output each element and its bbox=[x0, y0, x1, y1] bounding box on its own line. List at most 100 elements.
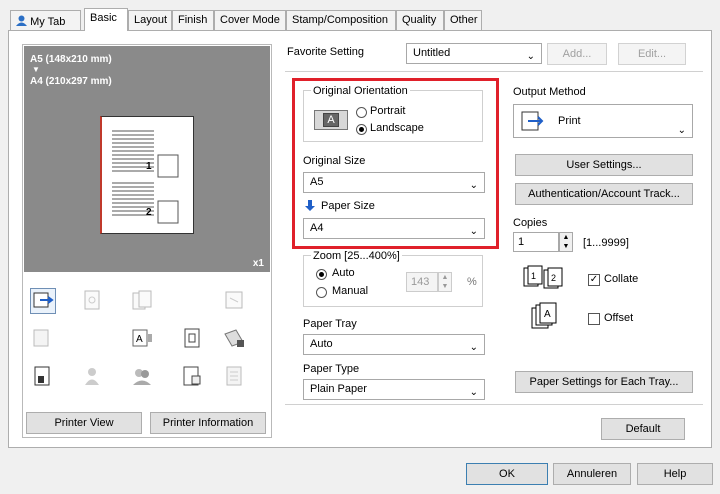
help-button[interactable]: Help bbox=[637, 463, 713, 485]
zoom-manual-label: Manual bbox=[332, 285, 369, 297]
offset-checkbox[interactable] bbox=[588, 313, 600, 325]
paper-settings-each-tray-button[interactable]: Paper Settings for Each Tray... bbox=[515, 371, 693, 393]
offset-icon: A bbox=[530, 302, 560, 335]
svg-text:1: 1 bbox=[531, 271, 536, 281]
svg-text:A: A bbox=[136, 334, 143, 345]
favorite-setting-value: Untitled bbox=[413, 47, 451, 59]
paper-tray-select[interactable]: Auto ⌄ bbox=[303, 334, 485, 355]
copies-label: Copies bbox=[513, 217, 548, 229]
original-size-select[interactable]: A5 ⌄ bbox=[303, 172, 485, 193]
tab-label: Cover Mode bbox=[220, 14, 280, 26]
paper-type-value: Plain Paper bbox=[310, 383, 367, 395]
separator bbox=[285, 71, 703, 72]
chevron-down-icon: ⌄ bbox=[677, 125, 686, 136]
favorite-add-button[interactable]: Add... bbox=[547, 43, 607, 65]
original-size-label: Original Size bbox=[303, 155, 366, 167]
preview-original-size: A5 (148x210 mm) bbox=[30, 54, 112, 65]
zoom-spinner[interactable]: ▲ ▼ bbox=[438, 272, 452, 292]
portrait-label: Portrait bbox=[370, 105, 406, 117]
account-track-icon[interactable] bbox=[130, 364, 156, 390]
arrow-down-icon bbox=[304, 200, 316, 215]
favorite-setting-select[interactable]: Untitled ⌄ bbox=[406, 43, 542, 64]
tab-my-tab[interactable]: My Tab bbox=[10, 10, 81, 30]
zoom-auto-radio[interactable] bbox=[316, 269, 327, 280]
tab-cover-mode[interactable]: Cover Mode bbox=[214, 10, 286, 30]
orientation-label: Original Orientation bbox=[311, 85, 410, 97]
zoom-label: Zoom [25...400%] bbox=[311, 250, 402, 262]
tab-label: Quality bbox=[402, 14, 437, 26]
combination-icon[interactable]: A bbox=[130, 326, 156, 352]
paper-type-select[interactable]: Plain Paper ⌄ bbox=[303, 379, 485, 400]
secure-print-icon[interactable] bbox=[222, 326, 248, 352]
tab-basic[interactable]: Basic bbox=[84, 8, 128, 31]
tab-label: My Tab bbox=[30, 16, 66, 28]
separator bbox=[285, 404, 703, 405]
collate-icon: 12 bbox=[522, 264, 564, 295]
tab-label: Basic bbox=[90, 12, 117, 24]
tab-layout[interactable]: Layout bbox=[128, 10, 172, 30]
staple-icon[interactable] bbox=[80, 288, 106, 314]
landscape-label: Landscape bbox=[370, 122, 424, 134]
user-icon bbox=[16, 15, 27, 26]
default-button[interactable]: Default bbox=[601, 418, 685, 440]
offset-label: Offset bbox=[604, 312, 634, 324]
print-icon bbox=[520, 109, 546, 146]
tray-icon[interactable] bbox=[222, 364, 248, 390]
orientation-icon: A bbox=[314, 110, 348, 130]
collate-checkbox[interactable]: ✓ bbox=[588, 274, 600, 286]
copies-range: [1...9999] bbox=[583, 237, 629, 249]
output-method-value: Print bbox=[558, 115, 581, 127]
printer-information-button[interactable]: Printer Information bbox=[150, 412, 266, 434]
zoom-manual-radio[interactable] bbox=[316, 287, 327, 298]
preview-marker-2: 2 bbox=[146, 207, 152, 218]
booklet-icon[interactable] bbox=[222, 288, 248, 314]
tab-quality[interactable]: Quality bbox=[396, 10, 444, 30]
authentication-account-track-button[interactable]: Authentication/Account Track... bbox=[515, 183, 693, 205]
chevron-down-icon: ⌄ bbox=[526, 51, 535, 62]
tab-label: Stamp/Composition bbox=[292, 14, 388, 26]
printer-view-button[interactable]: Printer View bbox=[26, 412, 142, 434]
copies-spinner[interactable]: ▲ ▼ bbox=[559, 232, 573, 252]
tab-finish[interactable]: Finish bbox=[172, 10, 214, 30]
svg-text:2: 2 bbox=[551, 273, 556, 283]
svg-text:A: A bbox=[544, 309, 551, 320]
ok-button[interactable]: OK bbox=[466, 463, 548, 485]
tab-stamp-composition[interactable]: Stamp/Composition bbox=[286, 10, 396, 30]
tab-other[interactable]: Other bbox=[444, 10, 482, 30]
zoom-value-field[interactable]: 143 bbox=[406, 272, 438, 292]
landscape-radio[interactable] bbox=[356, 124, 367, 135]
page-settings-icon[interactable] bbox=[180, 364, 206, 390]
output-method-select[interactable]: Print ⌄ bbox=[513, 104, 693, 138]
zoom-auto-label: Auto bbox=[332, 267, 355, 279]
zoom-group bbox=[303, 255, 483, 307]
user-settings-button[interactable]: User Settings... bbox=[515, 154, 693, 176]
watermark-icon[interactable] bbox=[180, 326, 206, 352]
box-save-icon[interactable] bbox=[30, 364, 56, 390]
user-auth-icon[interactable] bbox=[80, 364, 106, 390]
copies-input[interactable]: 1 bbox=[513, 232, 559, 252]
chevron-down-icon: ⌄ bbox=[469, 180, 478, 191]
tab-label: Layout bbox=[134, 14, 168, 26]
tab-label: Other bbox=[450, 14, 478, 26]
cancel-button[interactable]: Annuleren bbox=[553, 463, 631, 485]
preview-copies-badge: x1 bbox=[252, 258, 264, 269]
preview-marker-1: 1 bbox=[146, 161, 152, 172]
paper-tray-value: Auto bbox=[310, 338, 333, 350]
paper-size-label: Paper Size bbox=[321, 200, 375, 212]
paper-tray-label: Paper Tray bbox=[303, 318, 357, 330]
orientation-icon-letter: A bbox=[323, 113, 339, 127]
print-preview: A5 (148x210 mm) ▼ A4 (210x297 mm) x1 1 2 bbox=[24, 46, 270, 272]
favorite-edit-button[interactable]: Edit... bbox=[618, 43, 686, 65]
duplex-icon[interactable] bbox=[130, 288, 156, 314]
portrait-radio[interactable] bbox=[356, 107, 367, 118]
preview-page-sheet: 1 2 bbox=[100, 116, 194, 234]
printer-properties-dialog: My Tab Basic Layout Finish Cover Mode St… bbox=[0, 0, 720, 494]
preview-paper-size: A4 (210x297 mm) bbox=[30, 76, 112, 87]
chevron-down-icon: ⌄ bbox=[469, 226, 478, 237]
punch-icon[interactable] bbox=[30, 326, 56, 352]
chevron-down-icon: ⌄ bbox=[469, 387, 478, 398]
paper-size-select[interactable]: A4 ⌄ bbox=[303, 218, 485, 239]
print-function-icon[interactable] bbox=[30, 288, 56, 314]
tab-label: Finish bbox=[178, 14, 208, 26]
original-size-value: A5 bbox=[310, 176, 324, 188]
